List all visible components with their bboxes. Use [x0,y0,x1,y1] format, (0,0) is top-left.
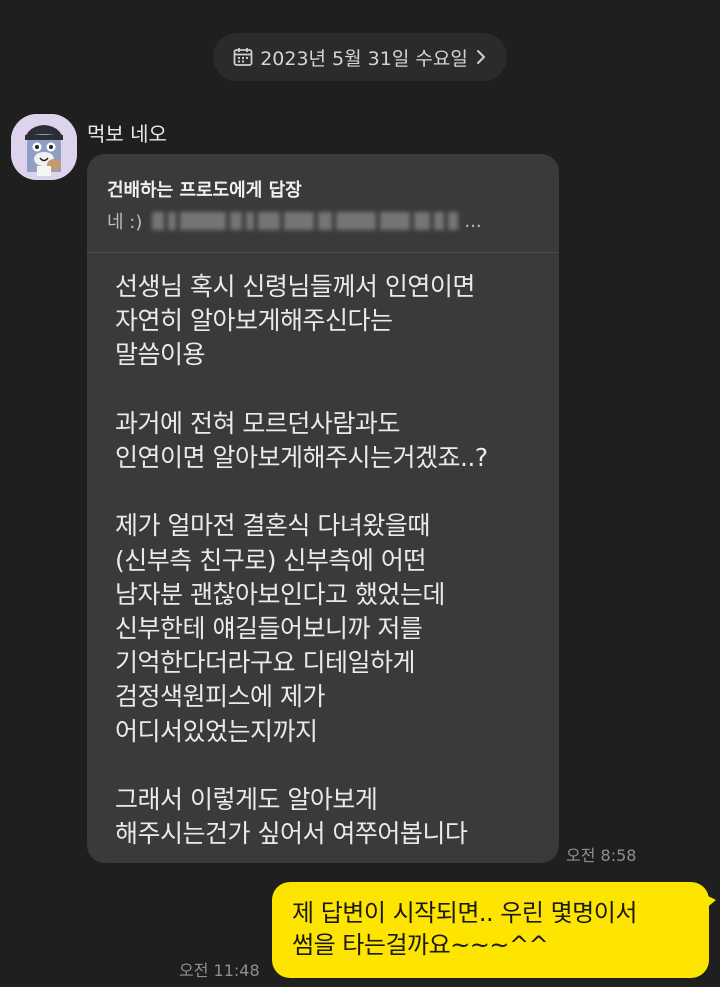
redacted-quote-text [152,212,459,230]
calendar-icon [232,46,254,68]
reply-divider [87,252,559,253]
outgoing-message-text: 제 답변이 시작되면.. 우린 몇명이서 썸을 타는걸까요~~~^^ [292,899,637,959]
incoming-message-time: 오전 8:58 [566,846,637,865]
incoming-message-bubble[interactable]: 건배하는 프로도에게 답장 네 :) ... 선생님 혹시 신령님들께서 인연이… [87,154,559,863]
sender-avatar[interactable] [11,114,77,180]
date-divider[interactable]: 2023년 5월 31일 수요일 [213,33,507,81]
date-label: 2023년 5월 31일 수요일 [260,47,468,70]
outgoing-message-bubble[interactable]: 제 답변이 시작되면.. 우린 몇명이서 썸을 타는걸까요~~~^^ [272,882,716,978]
sender-name: 먹보 네오 [87,122,167,146]
reply-quote-prefix: 네 :) [107,212,143,233]
reply-quote[interactable]: 네 :) ... [107,208,482,234]
reply-title: 건배하는 프로도에게 답장 [107,180,302,201]
reply-quote-ellipsis: ... [464,210,482,232]
chevron-right-icon [474,48,488,66]
outgoing-message-time: 오전 11:48 [179,961,260,980]
incoming-message-text: 선생님 혹시 신령님들께서 인연이면 자연히 알아보게해주신다는 말씀이용 과거… [115,272,488,849]
neo-avatar-icon [11,114,77,180]
